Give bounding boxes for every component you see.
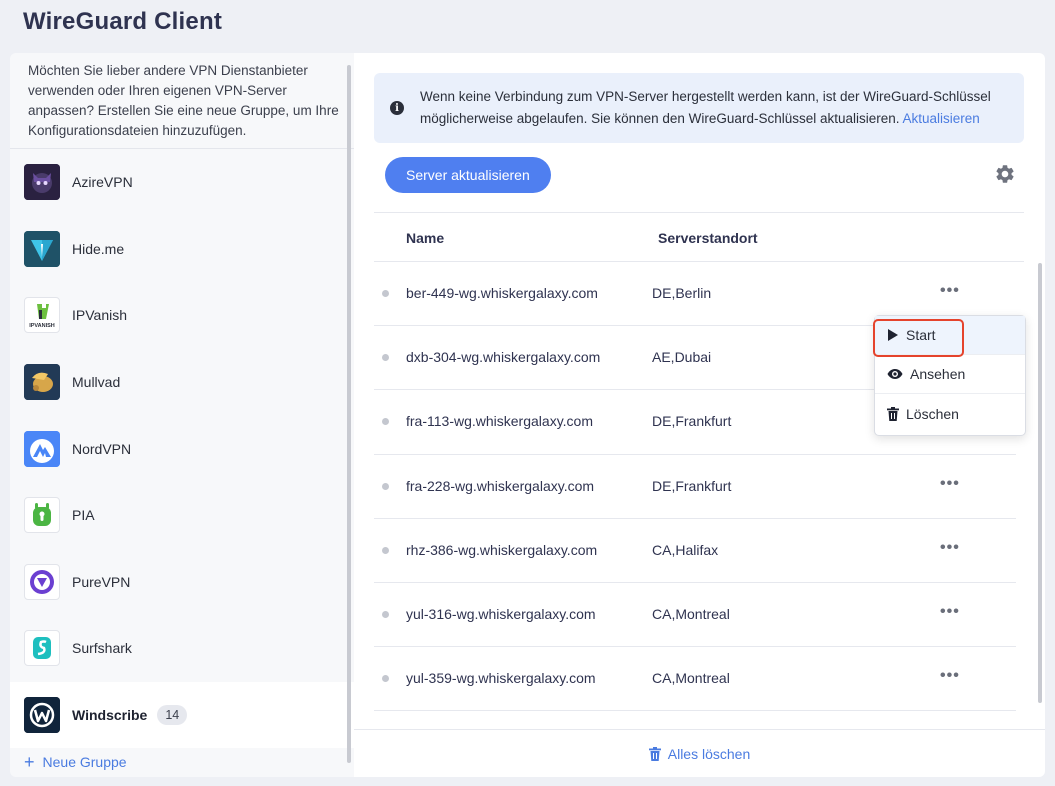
status-dot [382, 290, 389, 297]
provider-label: AzireVPN [72, 174, 133, 191]
more-options-icon[interactable]: ••• [940, 539, 960, 557]
app-title: WireGuard Client [23, 8, 223, 35]
info-banner: i Wenn keine Verbindung zum VPN-Server h… [374, 73, 1024, 143]
server-location: DE,Frankfurt [652, 413, 732, 430]
gear-icon[interactable] [994, 163, 1016, 185]
delete-all-label: Alles löschen [667, 745, 751, 762]
status-dot [382, 546, 389, 554]
provider-label: PIA [72, 507, 95, 524]
main-scrollbar[interactable] [1038, 263, 1042, 703]
menu-item-label: Ansehen [910, 366, 966, 382]
server-name: yul-316-wg.whiskergalaxy.com [406, 605, 596, 622]
footer: Alles löschen [354, 729, 1045, 777]
provider-item-purevpn[interactable]: PureVPN [10, 549, 354, 616]
new-group-button[interactable]: + Neue Gruppe [24, 753, 127, 771]
provider-label: Hide.me [72, 240, 125, 257]
provider-label: Windscribe [72, 707, 148, 724]
server-name: fra-228-wg.whiskergalaxy.com [406, 477, 595, 494]
status-dot [382, 418, 389, 426]
provider-list: AzireVPN Hide.me IPVANISH IPVanish Mullv… [10, 149, 354, 749]
update-key-link[interactable]: Aktualisieren [903, 111, 980, 126]
table-row[interactable]: yul-316-wg.whiskergalaxy.com CA,Montreal… [374, 583, 1016, 648]
sidebar: Möchten Sie lieber andere VPN Dienstanbi… [10, 53, 354, 777]
trash-icon [648, 746, 661, 761]
more-options-icon[interactable]: ••• [940, 667, 960, 685]
server-location: DE,Frankfurt [652, 477, 732, 494]
column-header-name[interactable]: Name [406, 230, 444, 246]
nordvpn-logo [24, 430, 60, 467]
server-location: CA,Halifax [652, 541, 719, 558]
hideme-logo [24, 230, 60, 267]
highlight-outline [873, 319, 964, 357]
provider-label: IPVanish [72, 307, 127, 324]
pia-logo [24, 497, 60, 534]
server-name: ber-449-wg.whiskergalaxy.com [406, 285, 598, 301]
plus-icon: + [24, 752, 35, 772]
new-group-label: Neue Gruppe [42, 754, 127, 770]
provider-item-pia[interactable]: PIA [10, 482, 354, 549]
server-name: rhz-386-wg.whiskergalaxy.com [406, 541, 598, 558]
ipvanish-logo: IPVANISH [24, 297, 60, 334]
more-options-icon[interactable]: ••• [940, 475, 960, 493]
table-header: Name Serverstandort [374, 212, 1024, 262]
provider-label: PureVPN [72, 573, 131, 590]
menu-item-label: Löschen [906, 405, 959, 422]
eye-icon [887, 369, 903, 379]
status-dot [382, 675, 389, 683]
status-dot [382, 482, 389, 490]
menu-item-delete[interactable]: Löschen [875, 394, 1025, 433]
table-row[interactable]: rhz-386-wg.whiskergalaxy.com CA,Halifax … [374, 519, 1016, 583]
server-name: dxb-304-wg.whiskergalaxy.com [406, 349, 601, 366]
provider-item-surfshark[interactable]: Surfshark [10, 615, 354, 682]
provider-item-azirevpn[interactable]: AzireVPN [10, 149, 354, 216]
trash-icon [887, 406, 899, 421]
windscribe-logo [24, 697, 60, 734]
svg-text:IPVANISH: IPVANISH [29, 323, 55, 329]
delete-all-button[interactable]: Alles löschen [648, 745, 751, 762]
provider-item-nordvpn[interactable]: NordVPN [10, 415, 354, 482]
more-options-icon[interactable]: ••• [940, 282, 960, 300]
sidebar-scrollbar[interactable] [347, 65, 351, 763]
more-options-icon[interactable]: ••• [940, 603, 960, 621]
mullvad-logo [24, 364, 60, 401]
sidebar-hint: Möchten Sie lieber andere VPN Dienstanbi… [10, 53, 354, 149]
status-dot [382, 354, 389, 362]
provider-item-windscribe[interactable]: Windscribe 14 [10, 681, 354, 749]
provider-label: NordVPN [72, 440, 132, 457]
column-header-location[interactable]: Serverstandort [658, 230, 758, 246]
table-row[interactable]: yul-359-wg.whiskergalaxy.com CA,Montreal… [374, 647, 1016, 712]
server-location: CA,Montreal [652, 670, 730, 687]
server-count-badge: 14 [157, 705, 188, 726]
update-servers-button[interactable]: Server aktualisieren [385, 157, 551, 193]
provider-label: Mullvad [72, 374, 121, 391]
azirevpn-logo [24, 164, 60, 201]
info-text: Wenn keine Verbindung zum VPN-Server her… [420, 86, 1010, 130]
server-location: AE,Dubai [652, 349, 712, 366]
provider-item-mullvad[interactable]: Mullvad [10, 349, 354, 416]
purevpn-logo [24, 563, 60, 600]
server-name: fra-113-wg.whiskergalaxy.com [406, 413, 593, 430]
info-icon: i [390, 101, 404, 115]
provider-item-ipvanish[interactable]: IPVANISH IPVanish [10, 282, 354, 349]
menu-item-view[interactable]: Ansehen [875, 355, 1025, 394]
provider-item-hideme[interactable]: Hide.me [10, 216, 354, 283]
status-dot [382, 610, 389, 618]
server-name: yul-359-wg.whiskergalaxy.com [406, 670, 596, 687]
surfshark-logo [24, 630, 60, 667]
table-row[interactable]: fra-228-wg.whiskergalaxy.com DE,Frankfur… [374, 455, 1016, 519]
server-location: DE,Berlin [652, 285, 712, 301]
provider-label: Surfshark [72, 640, 132, 657]
server-location: CA,Montreal [652, 605, 730, 622]
